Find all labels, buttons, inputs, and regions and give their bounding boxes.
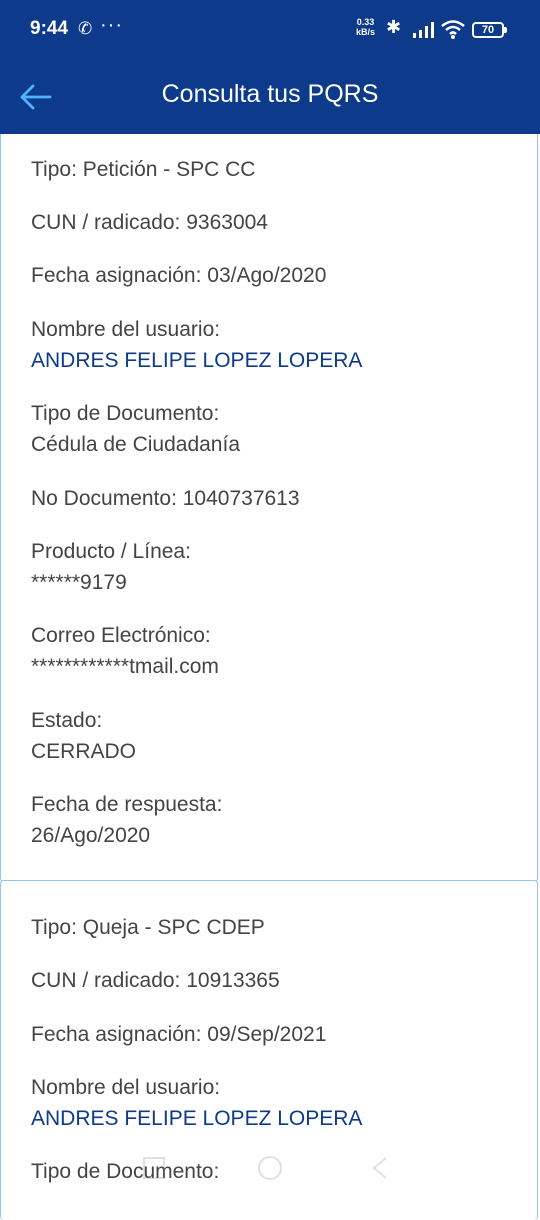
correo-value: ************tmail.com [31,655,219,678]
estado-value: CERRADO [31,740,137,763]
cun-field: CUN / radicado: 10913365 [31,969,280,992]
home-icon[interactable] [258,1156,282,1180]
nav-back-icon[interactable] [372,1157,387,1179]
page-title: Consulta tus PQRS [161,80,379,108]
tipo-field: Tipo: Queja - SPC CDEP [31,916,265,939]
fecha-asignacion-field: Fecha asignación: 03/Ago/2020 [31,264,327,287]
producto-value: ******9179 [31,571,127,594]
nombre-value: ANDRES FELIPE LOPEZ LOPERA [31,1107,363,1130]
recents-icon[interactable] [143,1157,165,1179]
battery-icon: 70 [472,22,507,38]
fecha-respuesta-label: Fecha de respuesta: [31,793,223,816]
bluetooth-icon: ✱ [386,17,402,37]
tipo-documento-label: Tipo de Documento: [31,402,220,425]
phone-icon: ✆ [78,19,93,38]
tipo-documento-value: Cédula de Ciudadanía [31,433,240,456]
correo-label: Correo Electrónico: [31,624,211,647]
pqrs-card[interactable]: Tipo: Petición - SPC CC CUN / radicado: … [0,134,538,882]
producto-label: Producto / Línea: [31,540,191,563]
no-documento-field: No Documento: 1040737613 [31,487,300,510]
cun-field: CUN / radicado: 9363004 [31,211,268,234]
fecha-asignacion-field: Fecha asignación: 09/Sep/2021 [31,1023,327,1046]
app-bar: Consulta tus PQRS [0,60,540,134]
tipo-field: Tipo: Petición - SPC CC [31,158,256,181]
nombre-value: ANDRES FELIPE LOPEZ LOPERA [31,349,363,372]
status-bar: 9:44 ✆ ··· 0.33 kB/s ✱ 70 [0,0,540,60]
wifi-icon [441,20,465,39]
signal-icon [413,22,434,38]
network-speed: 0.33 kB/s [356,17,376,37]
more-dots-icon: ··· [100,14,123,36]
fecha-respuesta-value: 26/Ago/2020 [31,824,151,847]
estado-label: Estado: [31,709,103,732]
system-nav-bar [143,1156,387,1180]
nombre-label: Nombre del usuario: [31,1076,221,1099]
nombre-label: Nombre del usuario: [31,318,221,341]
status-time: 9:44 [30,18,69,39]
